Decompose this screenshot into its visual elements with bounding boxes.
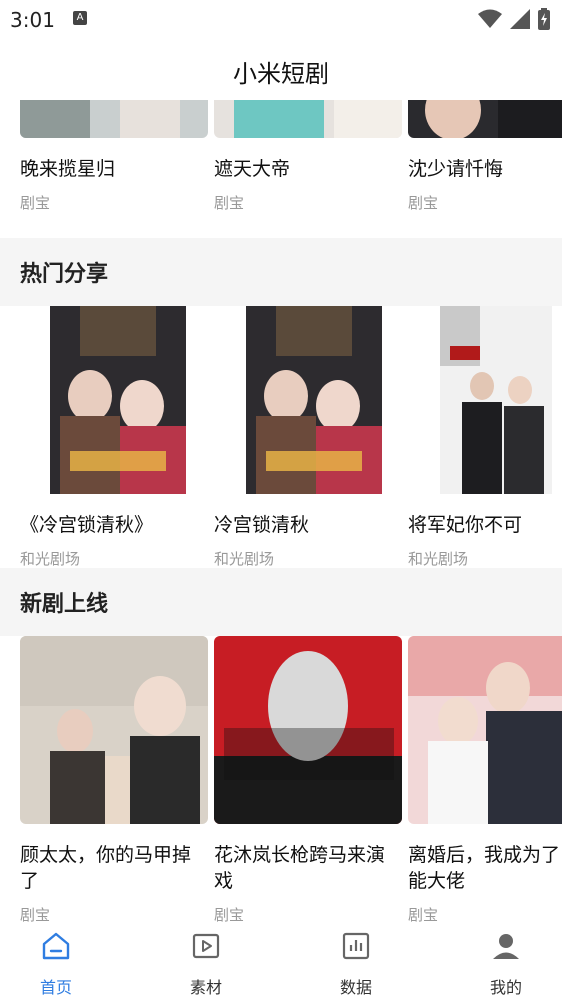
system-icons [478, 8, 550, 30]
drama-poster[interactable] [20, 100, 208, 138]
wifi-icon [478, 9, 502, 28]
drama-title: 晚来揽星归 [20, 158, 116, 180]
status-bar: 3:01 A [0, 0, 562, 38]
section-header-new: 新剧上线 [0, 568, 562, 636]
play-box-icon [192, 933, 220, 959]
drama-title-line2: 戏 [214, 870, 234, 892]
drama-title-line2: 了 [20, 870, 40, 892]
section-title: 新剧上线 [20, 592, 109, 617]
bottom-nav: 首页 素材 数据 我的 [0, 922, 562, 999]
nav-label: 素材 [189, 978, 222, 997]
drama-title: 沈少请忏悔 [408, 158, 504, 180]
drama-title: 将军妃你不可 [408, 514, 523, 536]
drama-source: 和光剧场 [408, 550, 469, 568]
nav-materials[interactable]: 素材 [146, 922, 266, 999]
drama-source: 和光剧场 [20, 550, 81, 568]
section-title: 热门分享 [20, 262, 109, 287]
nav-home[interactable]: 首页 [0, 922, 116, 999]
signal-icon [510, 9, 530, 29]
bar-chart-icon [342, 932, 370, 960]
drama-poster[interactable] [408, 100, 562, 138]
drama-source: 剧宝 [408, 194, 439, 212]
drama-source: 剧宝 [214, 194, 245, 212]
nav-label: 我的 [489, 978, 522, 997]
drama-source: 剧宝 [20, 194, 51, 212]
nav-me[interactable]: 我的 [446, 922, 562, 999]
drama-poster[interactable] [214, 100, 402, 138]
drama-poster[interactable] [246, 306, 382, 494]
drama-poster[interactable] [50, 306, 186, 494]
drama-title: 《冷宫锁清秋》 [20, 514, 154, 536]
user-icon [493, 934, 519, 959]
nav-data[interactable]: 数据 [296, 922, 416, 999]
drama-title: 花沐岚长枪跨马来演 [214, 844, 386, 866]
notification-a-icon: A [73, 11, 87, 25]
drama-source: 和光剧场 [214, 550, 275, 568]
drama-poster[interactable] [20, 636, 208, 824]
drama-title: 遮天大帝 [214, 158, 291, 180]
drama-poster[interactable] [440, 306, 552, 494]
drama-title: 顾太太，你的马甲掉 [20, 844, 192, 866]
status-time: 3:01 [10, 8, 55, 32]
battery-icon [538, 8, 550, 30]
page-title: 小米短剧 [233, 60, 329, 88]
drama-title: 冷宫锁清秋 [214, 514, 310, 536]
section-header-hot: 热门分享 [0, 238, 562, 306]
drama-title-line2: 能大佬 [408, 870, 466, 892]
nav-label: 数据 [339, 978, 372, 997]
home-icon [42, 932, 70, 960]
nav-label: 首页 [39, 978, 72, 997]
drama-poster[interactable] [408, 636, 562, 824]
drama-title: 离婚后，我成为了 [408, 844, 561, 866]
drama-poster[interactable] [214, 636, 402, 824]
